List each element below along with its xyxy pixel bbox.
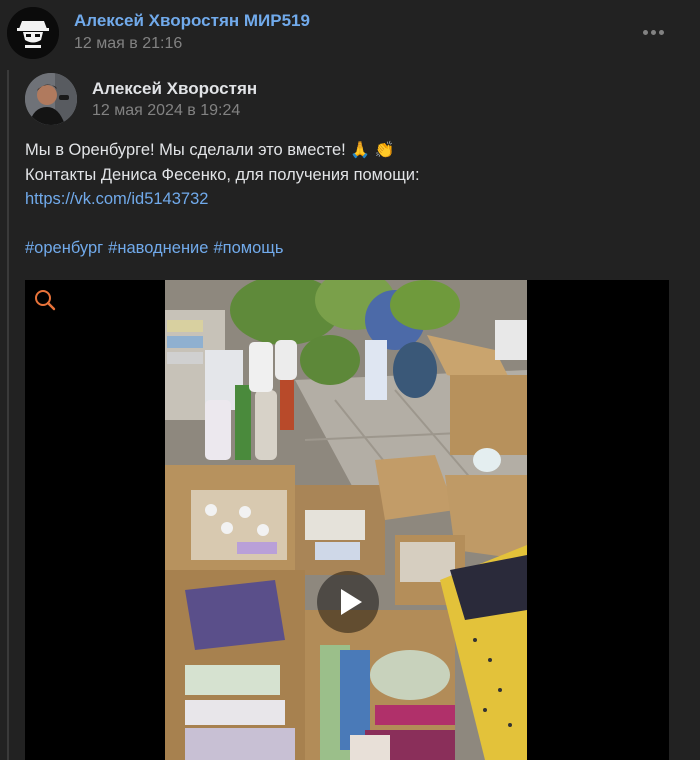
author-name[interactable]: Алексей Хворостян — [92, 79, 257, 99]
post-date[interactable]: 12 мая в 21:16 — [74, 35, 182, 53]
play-icon[interactable] — [317, 571, 379, 633]
search-icon[interactable] — [33, 288, 57, 312]
hashtag-help[interactable]: #помощь — [213, 239, 283, 257]
owner-name[interactable]: Алексей Хворостян МИР519 — [74, 11, 310, 31]
video-thumbnail — [165, 280, 527, 760]
clap-emoji-icon: 👏 — [374, 140, 395, 159]
repost-divider — [7, 70, 9, 760]
post-text: Мы в Оренбурге! Мы сделали это вместе! 🙏… — [25, 138, 665, 261]
author-post-date[interactable]: 12 мая 2024 в 19:24 — [92, 102, 240, 120]
owner-avatar[interactable] — [7, 7, 59, 59]
text-line-2: Контакты Дениса Фесенко, для получения п… — [25, 165, 420, 184]
author-avatar[interactable] — [25, 73, 77, 125]
hashtags: #оренбург #наводнение #помощь — [25, 236, 665, 261]
text-line-1: Мы в Оренбурге! Мы сделали это вместе! 🙏… — [25, 138, 665, 163]
more-horizontal-icon[interactable] — [636, 20, 670, 44]
pray-emoji-icon: 🙏 — [350, 140, 371, 159]
text-line-1-content: Мы в Оренбурге! Мы сделали это вместе! — [25, 141, 351, 159]
post-header: Алексей Хворостян МИР519 12 мая в 21:16 — [0, 0, 700, 66]
video-player[interactable] — [25, 280, 669, 760]
hashtag-flood[interactable]: #наводнение — [108, 239, 208, 257]
owner-logo — [7, 7, 59, 59]
hashtag-orenburg[interactable]: #оренбург — [25, 239, 103, 257]
author-photo — [25, 73, 77, 125]
profile-link[interactable]: https://vk.com/id5143732 — [25, 190, 208, 208]
wall-post: Алексей Хворостян МИР519 12 мая в 21:16 … — [0, 0, 700, 760]
